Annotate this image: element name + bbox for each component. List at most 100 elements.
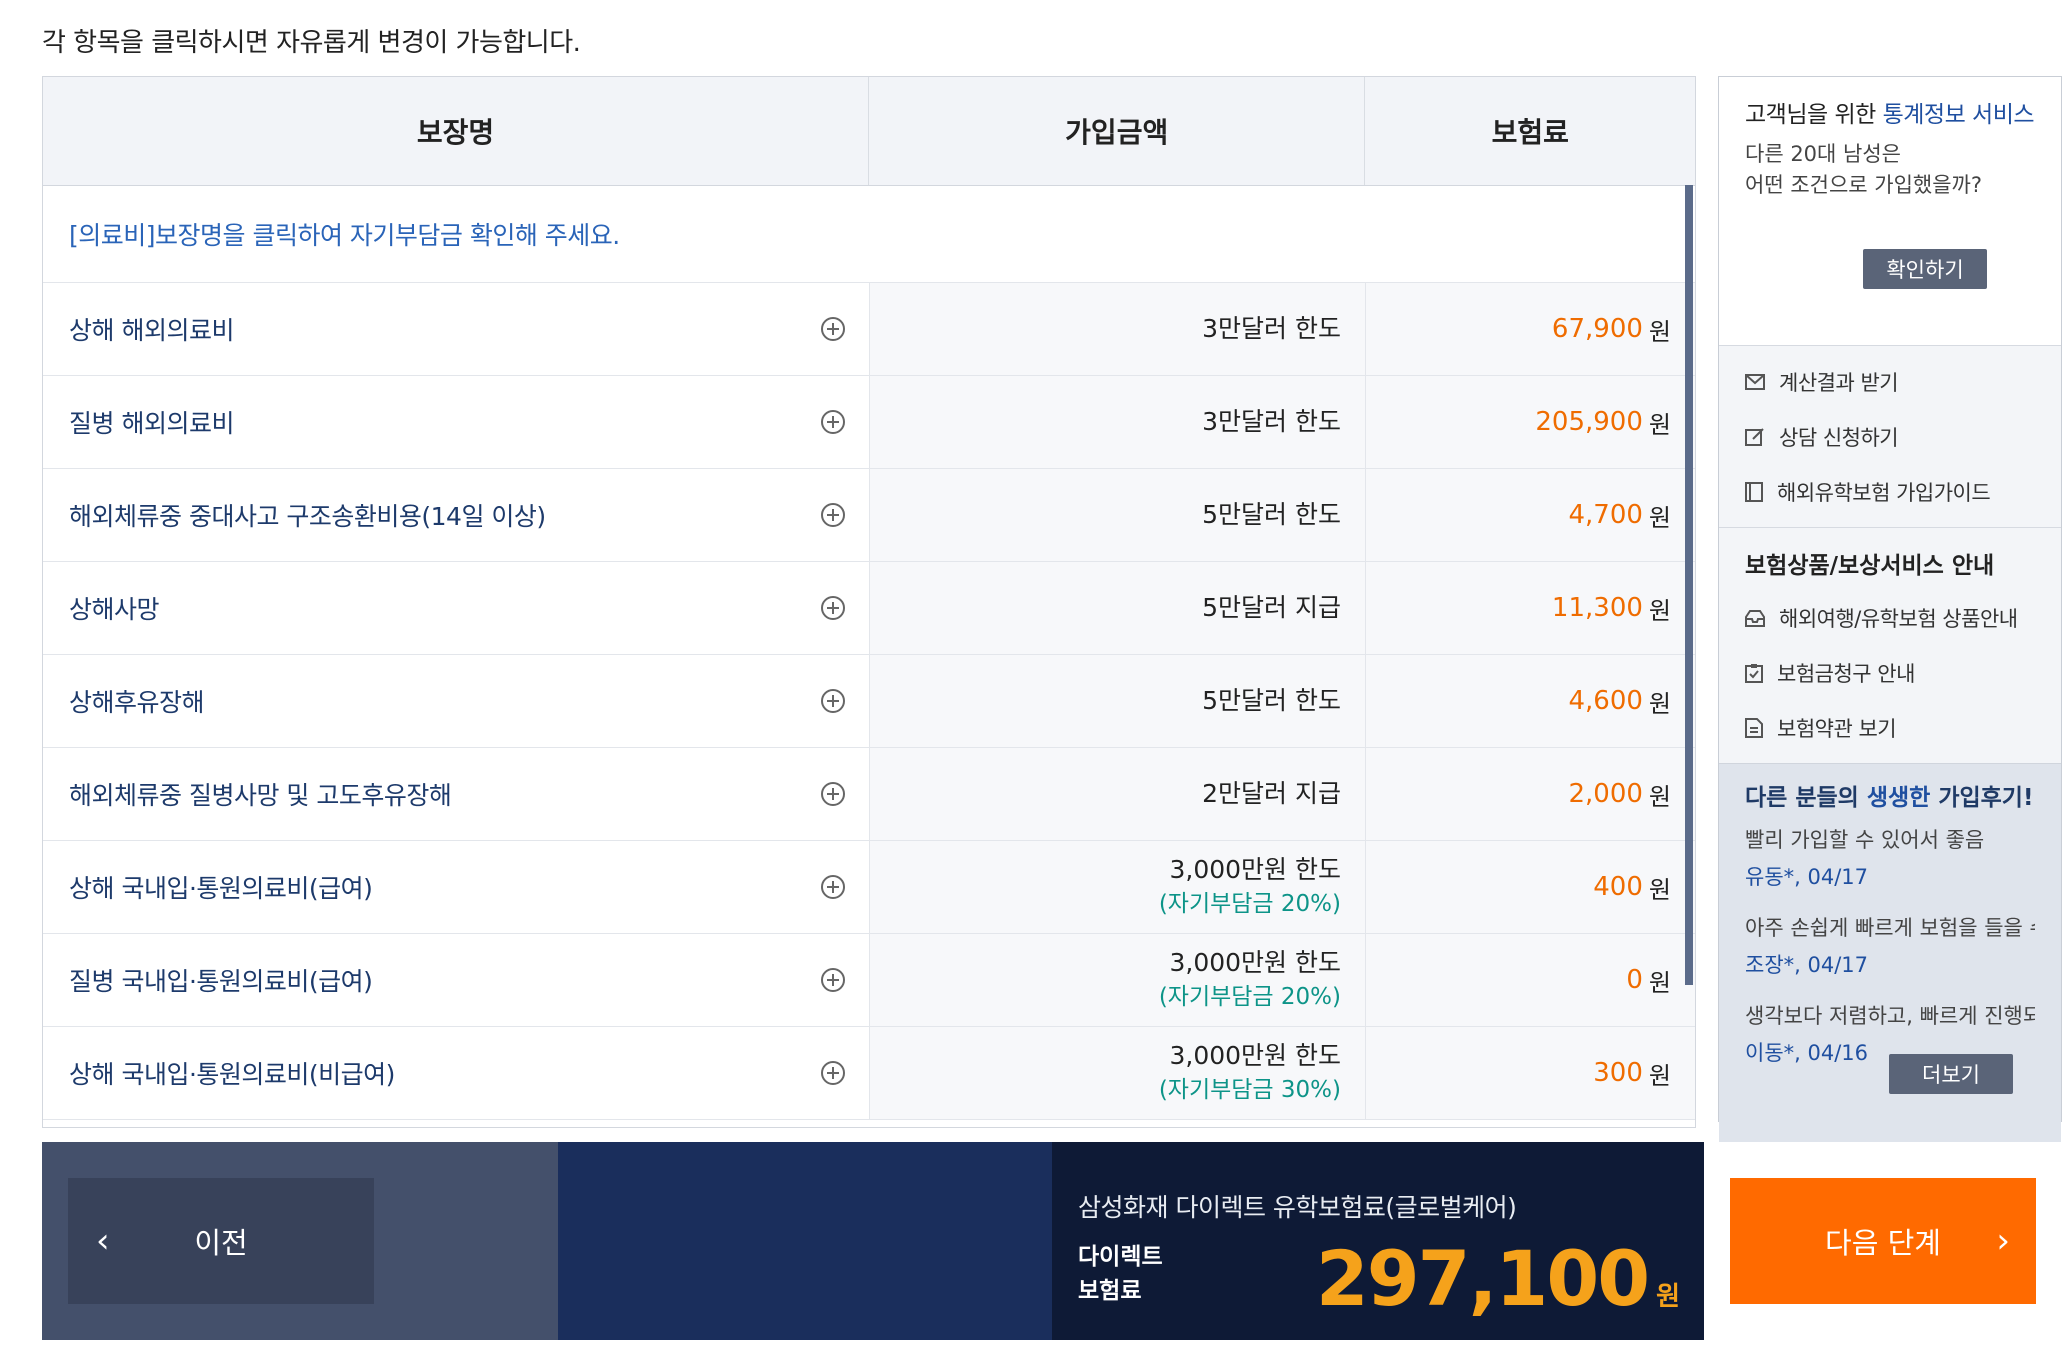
table-body: [의료비]보장명을 클릭하여 자기부담금 확인해 주세요. 상해 해외의료비 3만…: [43, 186, 1695, 1120]
coverage-name-cell[interactable]: 상해사망: [43, 562, 869, 654]
amount-cell[interactable]: 3만달러 한도: [869, 283, 1365, 375]
coverage-name-cell[interactable]: 질병 국내입·통원의료비(급여): [43, 934, 869, 1026]
link-product-info[interactable]: 해외여행/유학보험 상품안내: [1719, 590, 2061, 645]
amount-cell[interactable]: 5만달러 한도: [869, 469, 1365, 561]
coverage-name: 상해 해외의료비: [69, 316, 234, 345]
clipboard-icon: [1745, 663, 1763, 683]
table-row[interactable]: 해외체류중 질병사망 및 고도후유장해 2만달러 지급 2,000 원: [43, 748, 1695, 841]
link-terms[interactable]: 보험약관 보기: [1719, 700, 2061, 755]
guide-icon: [1745, 481, 1763, 502]
amount-cell[interactable]: 3,000만원 한도 (자기부담금 20%): [869, 841, 1365, 933]
coverage-name-cell[interactable]: 해외체류중 질병사망 및 고도후유장해: [43, 748, 869, 840]
product-name: 삼성화재 다이렉트 유학보험료(글로벌케어): [1078, 1193, 1517, 1222]
premium-currency: 원: [1648, 968, 1671, 997]
coverage-name: 질병 해외의료비: [69, 409, 234, 438]
table-row[interactable]: 상해후유장해 5만달러 한도 4,600 원: [43, 655, 1695, 748]
expand-plus-icon[interactable]: [821, 968, 845, 992]
bottom-bar: ‹ 이전 삼성화재 다이렉트 유학보험료(글로벌케어) 다이렉트 보험료 297…: [42, 1142, 2066, 1340]
coverage-name-cell[interactable]: 상해 국내입·통원의료비(비급여): [43, 1027, 869, 1119]
stats-service-box: 고객님을 위한 통계정보 서비스 다른 20대 남성은 어떤 조건으로 가입했을…: [1719, 77, 2061, 345]
prev-button[interactable]: ‹ 이전: [68, 1178, 374, 1304]
link-label: 해외유학보험 가입가이드: [1777, 480, 1991, 505]
link-label: 상담 신청하기: [1779, 425, 1899, 450]
more-button[interactable]: 더보기: [1889, 1054, 2013, 1094]
premium-cell: 400 원: [1365, 841, 1695, 933]
coverage-table: 보장명 가입금액 보험료 [의료비]보장명을 클릭하여 자기부담금 확인해 주세…: [42, 76, 1696, 1128]
amount-cell[interactable]: 3,000만원 한도 (자기부담금 30%): [869, 1027, 1365, 1119]
amount-value: 5만달러 지급: [1202, 593, 1341, 622]
link-calc-result[interactable]: 계산결과 받기: [1719, 354, 2061, 409]
link-label: 보험금청구 안내: [1777, 661, 1915, 686]
total-amount: 297,100 원: [1316, 1234, 1680, 1323]
premium-currency: 원: [1648, 596, 1671, 625]
premium-value: 4,700: [1568, 500, 1643, 530]
expand-plus-icon[interactable]: [821, 875, 845, 899]
link-label: 보험약관 보기: [1777, 716, 1897, 741]
amount-cell[interactable]: 3만달러 한도: [869, 376, 1365, 468]
next-step-button[interactable]: 다음 단계 ›: [1730, 1178, 2036, 1304]
header-amount: 가입금액: [868, 77, 1364, 185]
coverage-name-cell[interactable]: 질병 해외의료비: [43, 376, 869, 468]
table-scrollbar[interactable]: [1685, 185, 1693, 985]
premium-cell: 2,000 원: [1365, 748, 1695, 840]
side-panel: 고객님을 위한 통계정보 서비스 다른 20대 남성은 어떤 조건으로 가입했을…: [1718, 76, 2062, 1183]
premium-currency: 원: [1648, 1061, 1671, 1090]
premium-value: 205,900: [1535, 407, 1643, 437]
link-claim[interactable]: 보험금청구 안내: [1719, 645, 2061, 700]
reviews-title: 다른 분들의 생생한 가입후기!: [1745, 778, 2035, 812]
total-currency: 원: [1656, 1282, 1680, 1312]
reviews-title-highlight: 생생한: [1866, 785, 1931, 811]
table-row[interactable]: 해외체류중 중대사고 구조송환비용(14일 이상) 5만달러 한도 4,700 원: [43, 469, 1695, 562]
link-guide[interactable]: 해외유학보험 가입가이드: [1719, 464, 2061, 519]
edit-icon: [1745, 427, 1764, 446]
total-label-line-2: 보험료: [1078, 1278, 1142, 1304]
amount-value: 5만달러 한도: [1202, 500, 1341, 529]
review-text: 생각보다 저렴하고, 빠르게 진행되: [1745, 1004, 2035, 1028]
expand-plus-icon[interactable]: [821, 503, 845, 527]
link-label: 해외여행/유학보험 상품안내: [1779, 606, 2018, 631]
review-meta: 조장*, 04/17: [1745, 953, 1869, 977]
coverage-name-cell[interactable]: 해외체류중 중대사고 구조송환비용(14일 이상): [43, 469, 869, 561]
expand-plus-icon[interactable]: [821, 410, 845, 434]
amount-cell[interactable]: 5만달러 지급: [869, 562, 1365, 654]
expand-plus-icon[interactable]: [821, 1061, 845, 1085]
review-item[interactable]: 빨리 가입할 수 있어서 좋음 유동*, 04/17: [1745, 822, 2035, 896]
table-row[interactable]: 질병 해외의료비 3만달러 한도 205,900 원: [43, 376, 1695, 469]
table-row[interactable]: 상해 해외의료비 3만달러 한도 67,900 원: [43, 283, 1695, 376]
premium-value: 11,300: [1551, 593, 1643, 623]
amount-value: 3만달러 한도: [1202, 314, 1341, 343]
amount-cell[interactable]: 5만달러 한도: [869, 655, 1365, 747]
review-item[interactable]: 아주 손쉽게 빠르게 보험을 들을 수 조장*, 04/17: [1745, 910, 2035, 984]
premium-value: 0: [1626, 965, 1643, 995]
bottom-right: 다음 단계 ›: [1704, 1142, 2066, 1340]
link-consult[interactable]: 상담 신청하기: [1719, 409, 2061, 464]
medical-info-note: [의료비]보장명을 클릭하여 자기부담금 확인해 주세요.: [43, 186, 1695, 283]
stats-desc-line-2: 어떤 조건으로 가입했을까?: [1745, 173, 1983, 197]
coverage-name-cell[interactable]: 상해후유장해: [43, 655, 869, 747]
expand-plus-icon[interactable]: [821, 317, 845, 341]
premium-cell: 300 원: [1365, 1027, 1695, 1119]
amount-value: 2만달러 지급: [1202, 779, 1341, 808]
premium-value: 4,600: [1568, 686, 1643, 716]
expand-plus-icon[interactable]: [821, 689, 845, 713]
table-row[interactable]: 상해 국내입·통원의료비(급여) 3,000만원 한도 (자기부담금 20%) 400…: [43, 841, 1695, 934]
amount-cell[interactable]: 2만달러 지급: [869, 748, 1365, 840]
expand-plus-icon[interactable]: [821, 596, 845, 620]
stats-title-prefix: 고객님을 위한: [1745, 102, 1883, 128]
amount-cell[interactable]: 3,000만원 한도 (자기부담금 20%): [869, 934, 1365, 1026]
table-row[interactable]: 질병 국내입·통원의료비(급여) 3,000만원 한도 (자기부담금 20%) 0 원: [43, 934, 1695, 1027]
header-premium: 보험료: [1364, 77, 1695, 185]
table-row[interactable]: 상해사망 5만달러 지급 11,300 원: [43, 562, 1695, 655]
table-row[interactable]: 상해 국내입·통원의료비(비급여) 3,000만원 한도 (자기부담금 30%) 30…: [43, 1027, 1695, 1120]
expand-plus-icon[interactable]: [821, 782, 845, 806]
deductible-note: (자기부담금 20%): [1158, 984, 1341, 1010]
premium-currency: 원: [1648, 503, 1671, 532]
header-coverage-name: 보장명: [416, 116, 495, 149]
coverage-name-cell[interactable]: 상해 해외의료비: [43, 283, 869, 375]
confirm-button[interactable]: 확인하기: [1863, 249, 1987, 289]
premium-currency: 원: [1648, 782, 1671, 811]
bottom-left: ‹ 이전: [42, 1142, 558, 1340]
amount-value: 5만달러 한도: [1202, 686, 1341, 715]
coverage-name-cell[interactable]: 상해 국내입·통원의료비(급여): [43, 841, 869, 933]
stats-desc-line-1: 다른 20대 남성은: [1745, 142, 1901, 166]
